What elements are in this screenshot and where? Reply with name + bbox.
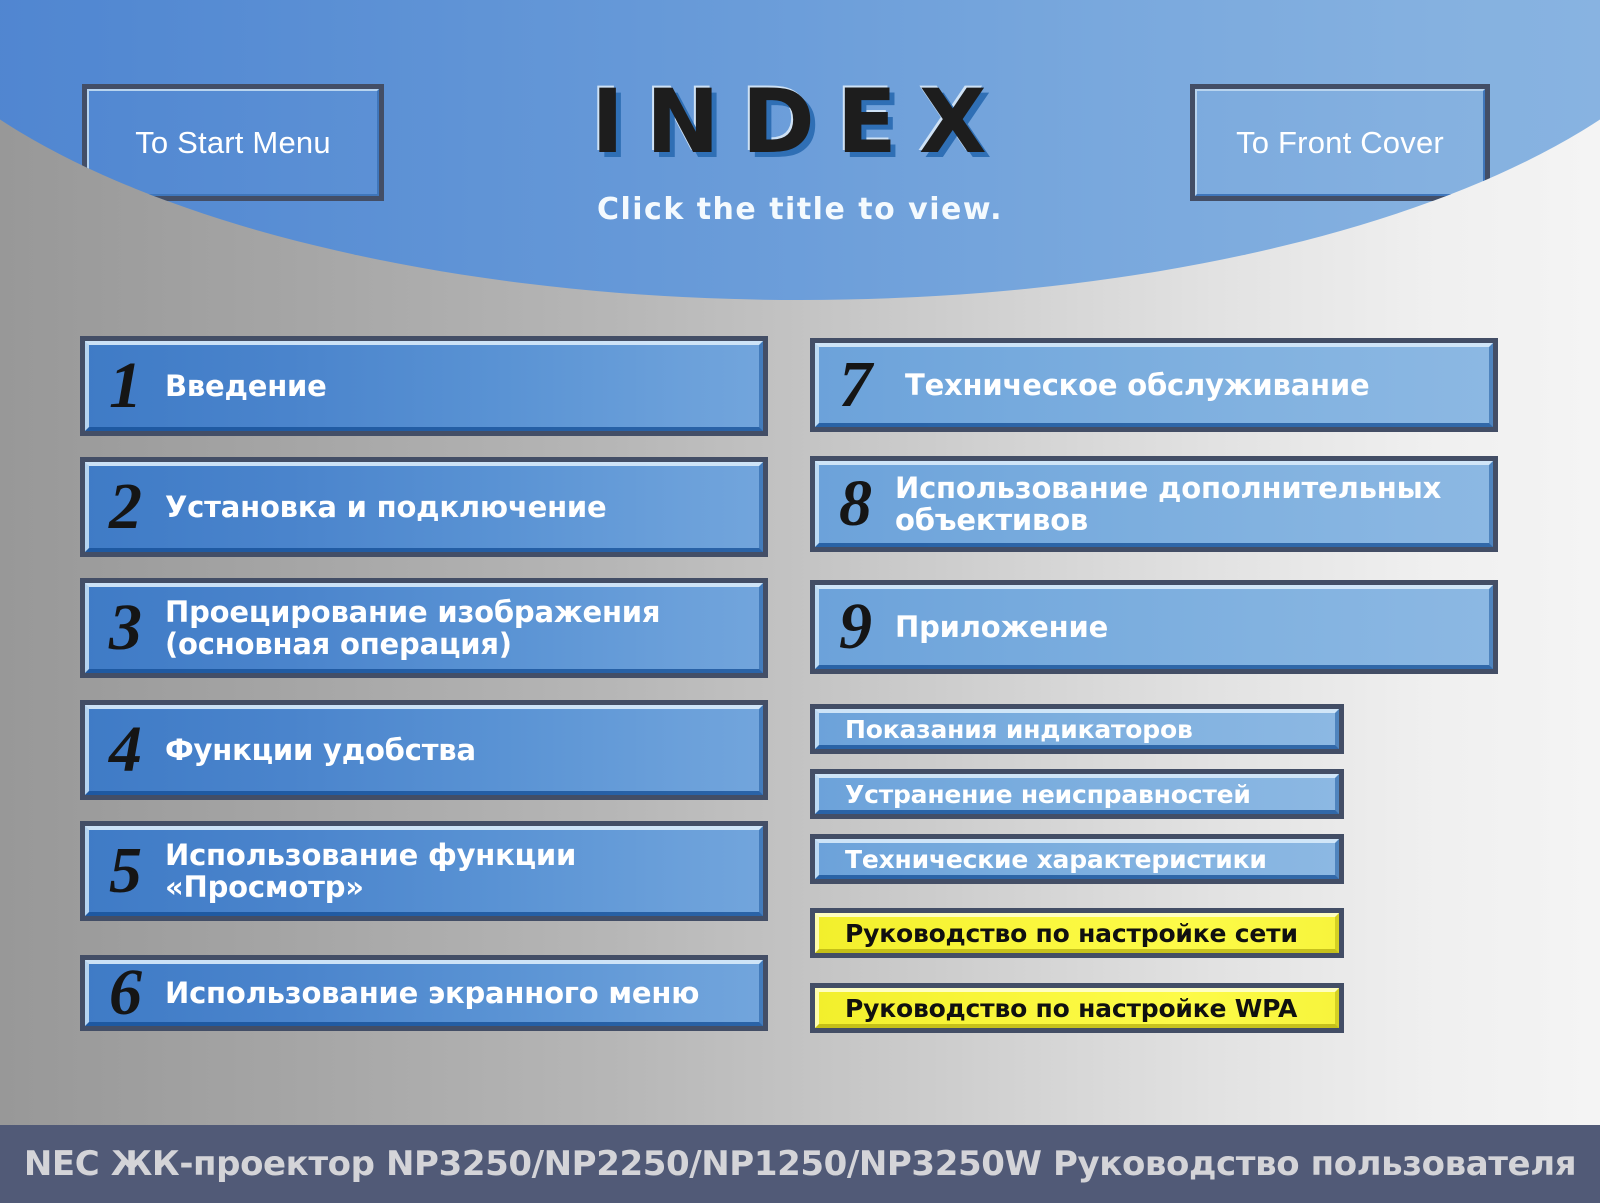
button-content: 8 Использование дополнительных объективо… bbox=[815, 471, 1493, 537]
sub-item-network-setup-guide[interactable]: Руководство по настройке сети bbox=[810, 908, 1344, 958]
sub-item-label: Технические характеристики bbox=[845, 844, 1267, 874]
chapter-number: 1 bbox=[109, 349, 142, 422]
header-content-area: To Start Menu INDEX Click the title to v… bbox=[0, 0, 1600, 300]
chapter-button-7[interactable]: 7 Техническое обслуживание bbox=[810, 338, 1498, 432]
chapter-number: 5 bbox=[109, 834, 142, 907]
chapter-button-5[interactable]: 5 Использование функции «Просмотр» bbox=[80, 821, 768, 921]
button-content: 3 Проецирование изображения (основная оп… bbox=[85, 595, 763, 661]
footer-bar: NEC ЖК-проектор NP3250/NP2250/NP1250/NP3… bbox=[0, 1125, 1600, 1203]
button-content: Устранение неисправностей bbox=[815, 780, 1339, 809]
button-content: 5 Использование функции «Просмотр» bbox=[85, 838, 763, 904]
chapter-label: Использование функции «Просмотр» bbox=[165, 837, 577, 904]
footer-title: NEC ЖК-проектор NP3250/NP2250/NP1250/NP3… bbox=[23, 1144, 1577, 1184]
sub-item-label: Руководство по настройке WPA bbox=[845, 993, 1298, 1023]
sub-item-wpa-setup-guide[interactable]: Руководство по настройке WPA bbox=[810, 983, 1344, 1033]
sub-item-specifications[interactable]: Технические характеристики bbox=[810, 834, 1344, 884]
chapter-number: 8 bbox=[839, 467, 872, 540]
chapter-label: Использование дополнительных объективов bbox=[895, 470, 1442, 537]
button-content: Руководство по настройке сети bbox=[815, 919, 1339, 948]
button-content: 7 Техническое обслуживание bbox=[815, 352, 1493, 418]
chapter-number: 9 bbox=[839, 590, 872, 663]
chapter-label: Функции удобства bbox=[165, 732, 476, 767]
chapter-button-9[interactable]: 9 Приложение bbox=[810, 580, 1498, 674]
chapter-button-3[interactable]: 3 Проецирование изображения (основная оп… bbox=[80, 578, 768, 678]
button-content: 6 Использование экранного меню bbox=[85, 960, 763, 1026]
button-content: Показания индикаторов bbox=[815, 715, 1339, 744]
button-content: Руководство по настройке WPA bbox=[815, 994, 1339, 1023]
chapter-number: 6 bbox=[109, 956, 142, 1029]
chapter-label: Установка и подключение bbox=[165, 489, 607, 524]
chapter-label: Приложение bbox=[895, 609, 1109, 644]
button-content: 1 Введение bbox=[85, 353, 763, 419]
sub-item-troubleshooting[interactable]: Устранение неисправностей bbox=[810, 769, 1344, 819]
chapter-label: Введение bbox=[165, 368, 327, 403]
button-content: 4 Функции удобства bbox=[85, 717, 763, 783]
to-front-cover-label: To Front Cover bbox=[1236, 124, 1444, 160]
button-content: Технические характеристики bbox=[815, 845, 1339, 874]
sub-item-label: Показания индикаторов bbox=[845, 714, 1193, 744]
sub-item-indicator-messages[interactable]: Показания индикаторов bbox=[810, 704, 1344, 754]
chapter-button-2[interactable]: 2 Установка и подключение bbox=[80, 457, 768, 557]
button-content: 9 Приложение bbox=[815, 594, 1493, 660]
sub-item-label: Руководство по настройке сети bbox=[845, 918, 1298, 948]
button-content: 2 Установка и подключение bbox=[85, 474, 763, 540]
chapter-number: 3 bbox=[109, 591, 142, 664]
chapter-label: Использование экранного меню bbox=[165, 975, 700, 1010]
chapter-label: Техническое обслуживание bbox=[905, 367, 1370, 402]
chapter-number: 4 bbox=[109, 713, 142, 786]
chapter-number: 7 bbox=[839, 348, 872, 421]
to-front-cover-button[interactable]: To Front Cover bbox=[1190, 84, 1490, 201]
sub-item-label: Устранение неисправностей bbox=[845, 779, 1251, 809]
chapter-button-6[interactable]: 6 Использование экранного меню bbox=[80, 955, 768, 1031]
chapter-label: Проецирование изображения (основная опер… bbox=[165, 594, 661, 661]
chapter-button-8[interactable]: 8 Использование дополнительных объективо… bbox=[810, 456, 1498, 552]
header-blue-band: To Start Menu INDEX Click the title to v… bbox=[0, 0, 1600, 300]
index-page: To Start Menu INDEX Click the title to v… bbox=[0, 0, 1600, 1203]
chapter-number: 2 bbox=[109, 470, 142, 543]
chapter-button-1[interactable]: 1 Введение bbox=[80, 336, 768, 436]
chapter-button-4[interactable]: 4 Функции удобства bbox=[80, 700, 768, 800]
